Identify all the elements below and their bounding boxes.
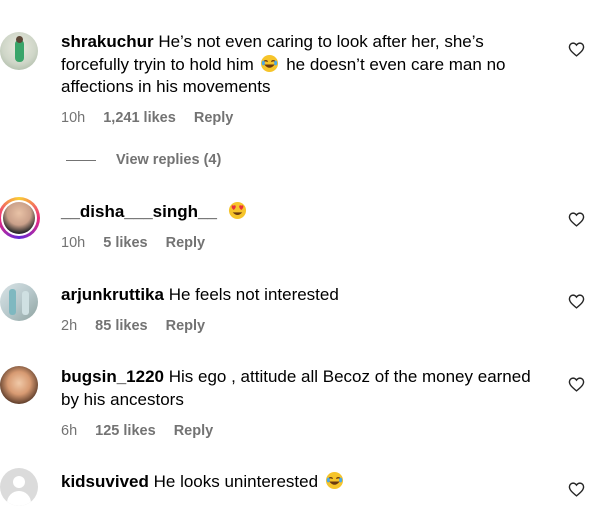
likes-count[interactable]: 85 likes — [95, 318, 147, 334]
reply-button[interactable]: Reply — [174, 423, 214, 439]
likes-count[interactable]: 125 likes — [95, 423, 155, 439]
comment-text: __disha___singh__ — [61, 201, 536, 224]
comment-text: kidsuvived He looks uninterested — [61, 471, 536, 494]
comment-time: 2h — [61, 318, 78, 334]
comment-time: 10h — [61, 110, 86, 126]
view-replies-button[interactable]: View replies (4) — [66, 152, 221, 168]
comment-time: 6h — [61, 423, 78, 439]
comment-username[interactable]: __disha___singh__ — [61, 202, 217, 221]
avatar[interactable] — [0, 283, 38, 321]
comment-username[interactable]: kidsuvived — [61, 472, 149, 491]
reply-button[interactable]: Reply — [166, 235, 206, 251]
avatar[interactable] — [0, 366, 38, 404]
avatar[interactable] — [0, 468, 38, 506]
comment-text: arjunkruttika He feels not interested — [61, 285, 339, 304]
joy-emoji — [325, 471, 343, 490]
joy-emoji — [261, 54, 279, 72]
comment-time: 10h — [61, 235, 86, 251]
comment-username[interactable]: bugsin_1220 — [61, 367, 164, 386]
heart-outline-icon[interactable] — [568, 293, 585, 310]
divider — [66, 159, 96, 161]
heart-outline-icon[interactable] — [568, 41, 585, 58]
comment-meta: 2h 85 likes Reply — [61, 318, 219, 334]
heart-outline-icon[interactable] — [568, 211, 585, 228]
heart-outline-icon[interactable] — [568, 481, 585, 498]
reply-button[interactable]: Reply — [166, 318, 206, 334]
reply-button[interactable]: Reply — [194, 110, 234, 126]
comment-meta: 10h 1,241 likes Reply — [61, 110, 247, 126]
likes-count[interactable]: 1,241 likes — [103, 110, 176, 126]
comment-username[interactable]: arjunkruttika — [61, 285, 164, 304]
heart-outline-icon[interactable] — [568, 376, 585, 393]
comment-meta: 10h 5 likes Reply — [61, 235, 219, 251]
comment-text: bugsin_1220 His ego , attitude all Becoz… — [61, 367, 531, 409]
comment-text: shrakuchur He’s not even caring to look … — [61, 32, 506, 96]
avatar[interactable] — [0, 32, 38, 70]
avatar[interactable] — [0, 197, 40, 239]
comment-meta: 6h 125 likes Reply — [61, 423, 227, 439]
heart-eyes-emoji — [228, 201, 246, 220]
likes-count[interactable]: 5 likes — [103, 235, 147, 251]
comment-username[interactable]: shrakuchur — [61, 32, 154, 51]
